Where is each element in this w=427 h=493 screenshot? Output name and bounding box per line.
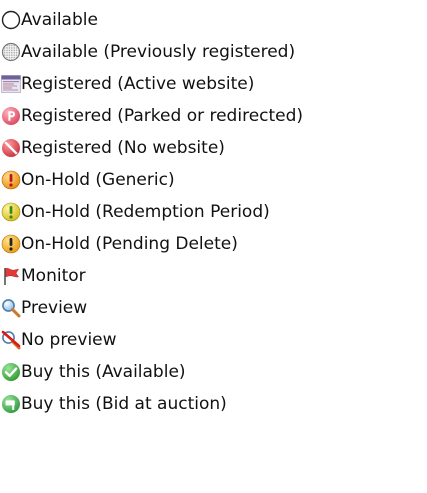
onhold-pending-icon (1, 234, 21, 254)
website-thumbnail-icon (1, 74, 21, 94)
red-flag-icon (1, 266, 21, 286)
status-legend: Available Available (Previously register… (0, 4, 427, 420)
no-preview-icon (1, 330, 21, 350)
no-website-icon (1, 138, 21, 158)
legend-item-available: Available (0, 4, 427, 36)
legend-label: Available (Previously registered) (21, 42, 296, 62)
legend-item-available-previously-registered: Available (Previously registered) (0, 36, 427, 68)
auction-gavel-icon (1, 394, 21, 414)
legend-item-preview: Preview (0, 292, 427, 324)
legend-item-buy-auction: Buy this (Bid at auction) (0, 388, 427, 420)
dotted-circle-icon (1, 42, 21, 62)
empty-circle-icon (1, 10, 21, 30)
legend-label: On-Hold (Redemption Period) (21, 202, 270, 222)
parked-p-icon (1, 106, 21, 126)
onhold-redemption-icon (1, 202, 21, 222)
legend-item-onhold-redemption: On-Hold (Redemption Period) (0, 196, 427, 228)
legend-label: On-Hold (Pending Delete) (21, 234, 238, 254)
legend-label: Buy this (Bid at auction) (21, 394, 227, 414)
legend-label: On-Hold (Generic) (21, 170, 175, 190)
green-check-icon (1, 362, 21, 382)
magnifier-icon (1, 298, 21, 318)
legend-item-onhold-pending: On-Hold (Pending Delete) (0, 228, 427, 260)
legend-item-registered-parked: Registered (Parked or redirected) (0, 100, 427, 132)
legend-item-monitor: Monitor (0, 260, 427, 292)
legend-label: Preview (21, 298, 88, 318)
legend-label: Registered (Active website) (21, 74, 255, 94)
legend-item-no-preview: No preview (0, 324, 427, 356)
onhold-generic-icon (1, 170, 21, 190)
legend-item-registered-no-website: Registered (No website) (0, 132, 427, 164)
legend-label: No preview (21, 330, 117, 350)
legend-item-buy-available: Buy this (Available) (0, 356, 427, 388)
legend-label: Registered (No website) (21, 138, 225, 158)
legend-label: Buy this (Available) (21, 362, 186, 382)
legend-label: Registered (Parked or redirected) (21, 106, 304, 126)
legend-label: Monitor (21, 266, 86, 286)
legend-item-onhold-generic: On-Hold (Generic) (0, 164, 427, 196)
legend-item-registered-active: Registered (Active website) (0, 68, 427, 100)
legend-label: Available (21, 10, 98, 30)
